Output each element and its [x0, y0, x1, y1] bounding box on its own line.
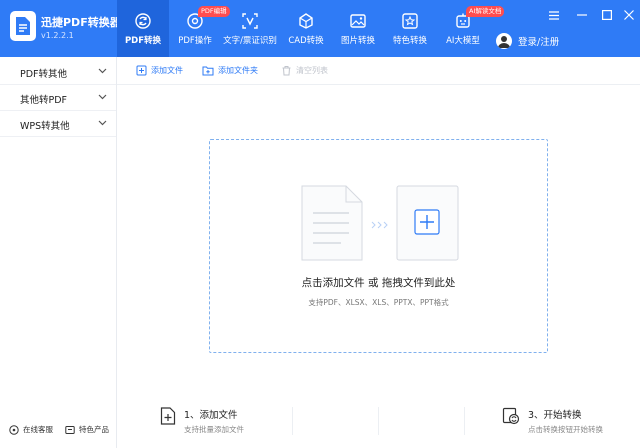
tab-label: CAD转换	[288, 36, 324, 46]
sidebar-item-label: 其他转PDF	[20, 95, 68, 106]
tab-label: AI大模型	[446, 36, 480, 46]
ai-doc-badge: AI解读文档	[466, 6, 505, 17]
tab-cad-convert[interactable]: CAD转换	[285, 0, 327, 57]
document-add-illustration-icon	[301, 185, 459, 261]
tool-label: 清空列表	[296, 66, 328, 75]
logo-icon	[16, 17, 30, 35]
chevron-down-icon	[98, 120, 107, 126]
sidebar-item-pdf-to-other[interactable]: PDF转其他	[0, 59, 116, 85]
supported-formats-text: 支持PDF、XLSX、XLS、PPTX、PPT格式	[308, 298, 449, 307]
ocr-icon	[242, 13, 258, 29]
featured-products-link[interactable]: 特色产品	[65, 424, 109, 435]
clear-list-button[interactable]: 清空列表	[281, 65, 328, 76]
tool-label: 添加文件	[151, 66, 183, 75]
product-icon	[65, 425, 75, 434]
step-start-convert: 3、开始转换 点击转换按钮开始转换	[502, 407, 603, 435]
sidebar-item-other-to-pdf[interactable]: 其他转PDF	[0, 85, 116, 111]
file-drop-zone[interactable]: 点击添加文件 或 拖拽文件到此处 支持PDF、XLSX、XLS、PPTX、PPT…	[209, 139, 548, 353]
folder-icon	[202, 66, 214, 76]
file-add-step-icon	[160, 407, 176, 425]
tab-pdf-convert[interactable]: PDF转换	[117, 0, 169, 57]
menu-button[interactable]	[546, 7, 562, 23]
tab-label: PDF操作	[178, 36, 212, 46]
step-add-file: 1、添加文件 支持批量添加文件	[160, 407, 244, 435]
tab-ocr[interactable]: 文字/票证识别	[222, 0, 278, 57]
step-divider	[292, 407, 293, 435]
minimize-icon	[577, 14, 587, 16]
title-bar: 迅捷PDF转换器 v1.2.2.1 PDF转换 PDF操作 PDF编辑 文字/票…	[0, 0, 640, 57]
footer-label: 特色产品	[79, 425, 109, 434]
app-logo	[10, 11, 36, 41]
login-button[interactable]: 登录/注册	[496, 33, 559, 49]
chevron-down-icon	[98, 68, 107, 74]
sidebar: PDF转其他 其他转PDF WPS转其他	[0, 57, 117, 448]
toolbar: 添加文件 添加文件夹 清空列表	[117, 57, 640, 85]
user-avatar-icon	[498, 36, 510, 48]
drop-zone-instruction: 点击添加文件 或 拖拽文件到此处	[301, 277, 456, 289]
add-file-icon	[136, 65, 147, 76]
tab-special-convert[interactable]: 特色转换	[389, 0, 431, 57]
image-icon	[350, 14, 366, 28]
chevron-down-icon	[98, 94, 107, 100]
step-description: 点击转换按钮开始转换	[528, 425, 603, 434]
cad-icon	[299, 13, 313, 29]
tab-label: 文字/票证识别	[223, 36, 277, 46]
app-version: v1.2.2.1	[41, 31, 74, 40]
refresh-icon	[135, 13, 151, 29]
sidebar-item-label: WPS转其他	[20, 121, 70, 132]
online-support-link[interactable]: 在线客服	[9, 424, 53, 435]
trash-icon	[282, 66, 291, 76]
footer-label: 在线客服	[23, 425, 53, 434]
step-title: 3、开始转换	[528, 410, 582, 421]
star-icon	[402, 13, 418, 29]
tab-label: PDF转换	[124, 36, 162, 46]
add-file-button[interactable]: 添加文件	[136, 65, 183, 76]
sidebar-item-label: PDF转其他	[20, 69, 68, 80]
convert-step-icon	[502, 407, 520, 425]
close-icon	[624, 10, 634, 20]
app-title: 迅捷PDF转换器	[41, 16, 121, 29]
minimize-button[interactable]	[574, 7, 590, 23]
step-divider	[464, 407, 465, 435]
maximize-icon	[602, 10, 612, 20]
tab-image-convert[interactable]: 图片转换	[338, 0, 378, 57]
add-folder-button[interactable]: 添加文件夹	[202, 65, 258, 76]
tool-label: 添加文件夹	[218, 66, 258, 75]
headset-icon	[9, 424, 19, 435]
tab-label: 特色转换	[392, 36, 427, 46]
avatar	[496, 33, 512, 49]
sidebar-item-wps-to-other[interactable]: WPS转其他	[0, 111, 116, 137]
step-description: 支持批量添加文件	[184, 425, 244, 434]
hamburger-icon	[549, 10, 559, 20]
tab-label: 图片转换	[340, 36, 375, 46]
maximize-button[interactable]	[599, 7, 615, 23]
step-title: 1、添加文件	[184, 410, 238, 421]
login-label: 登录/注册	[518, 37, 560, 48]
close-button[interactable]	[621, 7, 637, 23]
step-divider	[378, 407, 379, 435]
